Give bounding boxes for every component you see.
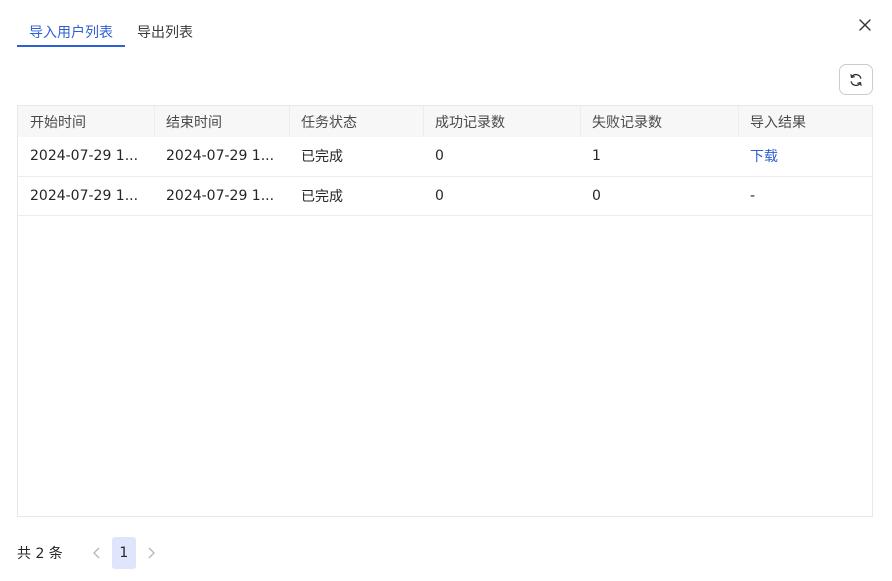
cell-end-time: 2024-07-29 1... <box>154 137 289 177</box>
download-link[interactable]: 下载 <box>738 137 872 177</box>
close-button[interactable] <box>856 16 874 34</box>
total-count: 共 2 条 <box>17 546 63 562</box>
table-header-row: 开始时间 结束时间 任务状态 成功记录数 失败记录数 导入结果 <box>18 106 872 137</box>
column-header-success-count: 成功记录数 <box>423 106 580 137</box>
column-header-start-time: 开始时间 <box>18 106 154 137</box>
prev-page-button[interactable] <box>85 537 109 569</box>
cell-start-time: 2024-07-29 1... <box>18 137 154 177</box>
chevron-right-icon <box>148 547 155 559</box>
import-task-table: 开始时间 结束时间 任务状态 成功记录数 失败记录数 导入结果 2024-07-… <box>17 105 873 517</box>
cell-start-time: 2024-07-29 1... <box>18 176 154 216</box>
next-page-button[interactable] <box>139 537 163 569</box>
cell-import-result: - <box>738 176 872 216</box>
chevron-left-icon <box>92 547 100 559</box>
refresh-icon <box>850 73 862 86</box>
cell-end-time: 2024-07-29 1... <box>154 176 289 216</box>
tab-export-list[interactable]: 导出列表 <box>125 14 205 47</box>
table-row: 2024-07-29 1... 2024-07-29 1... 已完成 0 1 … <box>18 137 872 177</box>
tab-bar: 导入用户列表 导出列表 <box>17 14 205 47</box>
close-icon <box>859 19 871 31</box>
column-header-end-time: 结束时间 <box>154 106 289 137</box>
refresh-button[interactable] <box>839 64 873 95</box>
cell-success-count: 0 <box>423 137 580 177</box>
page-1-button[interactable]: 1 <box>111 537 136 569</box>
column-header-task-status: 任务状态 <box>289 106 423 137</box>
cell-failure-count: 1 <box>580 137 738 177</box>
table-row: 2024-07-29 1... 2024-07-29 1... 已完成 0 0 … <box>18 176 872 216</box>
cell-success-count: 0 <box>423 176 580 216</box>
tab-import-users[interactable]: 导入用户列表 <box>17 14 125 47</box>
pagination: 共 2 条 1 <box>17 537 163 569</box>
cell-task-status: 已完成 <box>289 137 423 177</box>
cell-task-status: 已完成 <box>289 176 423 216</box>
column-header-import-result: 导入结果 <box>738 106 872 137</box>
cell-failure-count: 0 <box>580 176 738 216</box>
column-header-failure-count: 失败记录数 <box>580 106 738 137</box>
